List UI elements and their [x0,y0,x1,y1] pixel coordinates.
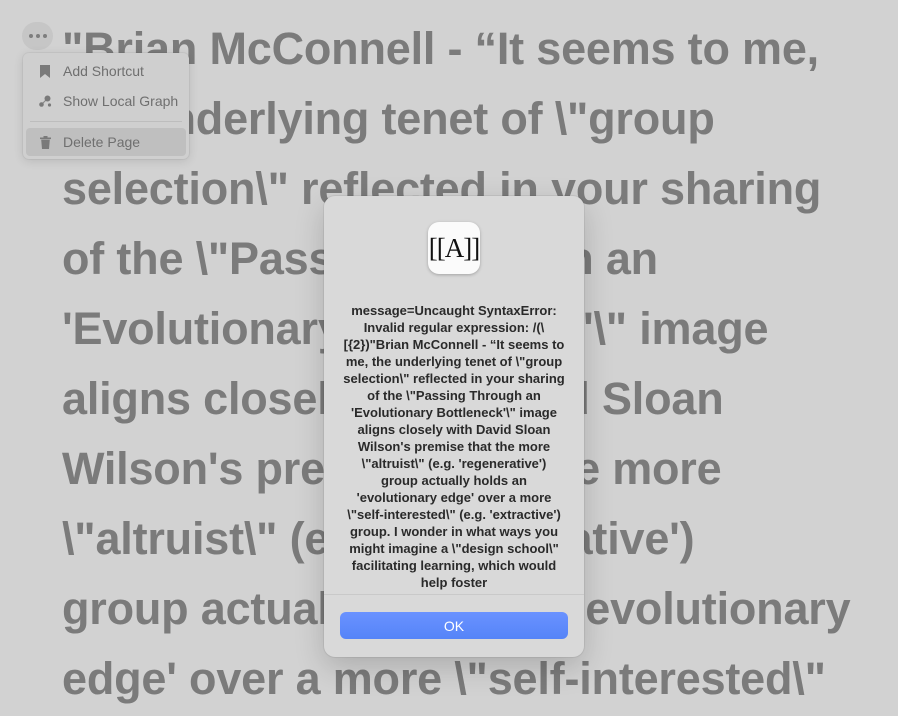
menu-divider [30,121,182,122]
error-alert-dialog: [[A]] message=Uncaught SyntaxError: Inva… [324,196,584,657]
more-dots-icon [42,34,47,38]
bookmark-icon [38,64,52,78]
page-more-button[interactable] [22,22,53,50]
ok-button[interactable]: OK [340,612,568,639]
menu-item-label: Show Local Graph [63,93,179,109]
page-context-menu: Add Shortcut Show Local Graph Delete Pag… [23,53,189,159]
menu-item-label: Add Shortcut [63,63,144,79]
more-dots-icon [35,34,40,38]
trash-icon [38,135,52,149]
alert-message: message=Uncaught SyntaxError: Invalid re… [343,303,565,590]
menu-item-delete-page[interactable]: Delete Page [26,128,186,156]
more-dots-icon [28,34,33,38]
menu-item-add-shortcut[interactable]: Add Shortcut [26,56,186,86]
alert-divider [324,594,584,595]
graph-icon [38,94,52,108]
app-icon: [[A]] [428,222,480,274]
menu-item-label: Delete Page [63,134,141,150]
menu-item-show-local-graph[interactable]: Show Local Graph [26,86,186,116]
app-icon-glyph: [[A]] [428,232,480,263]
